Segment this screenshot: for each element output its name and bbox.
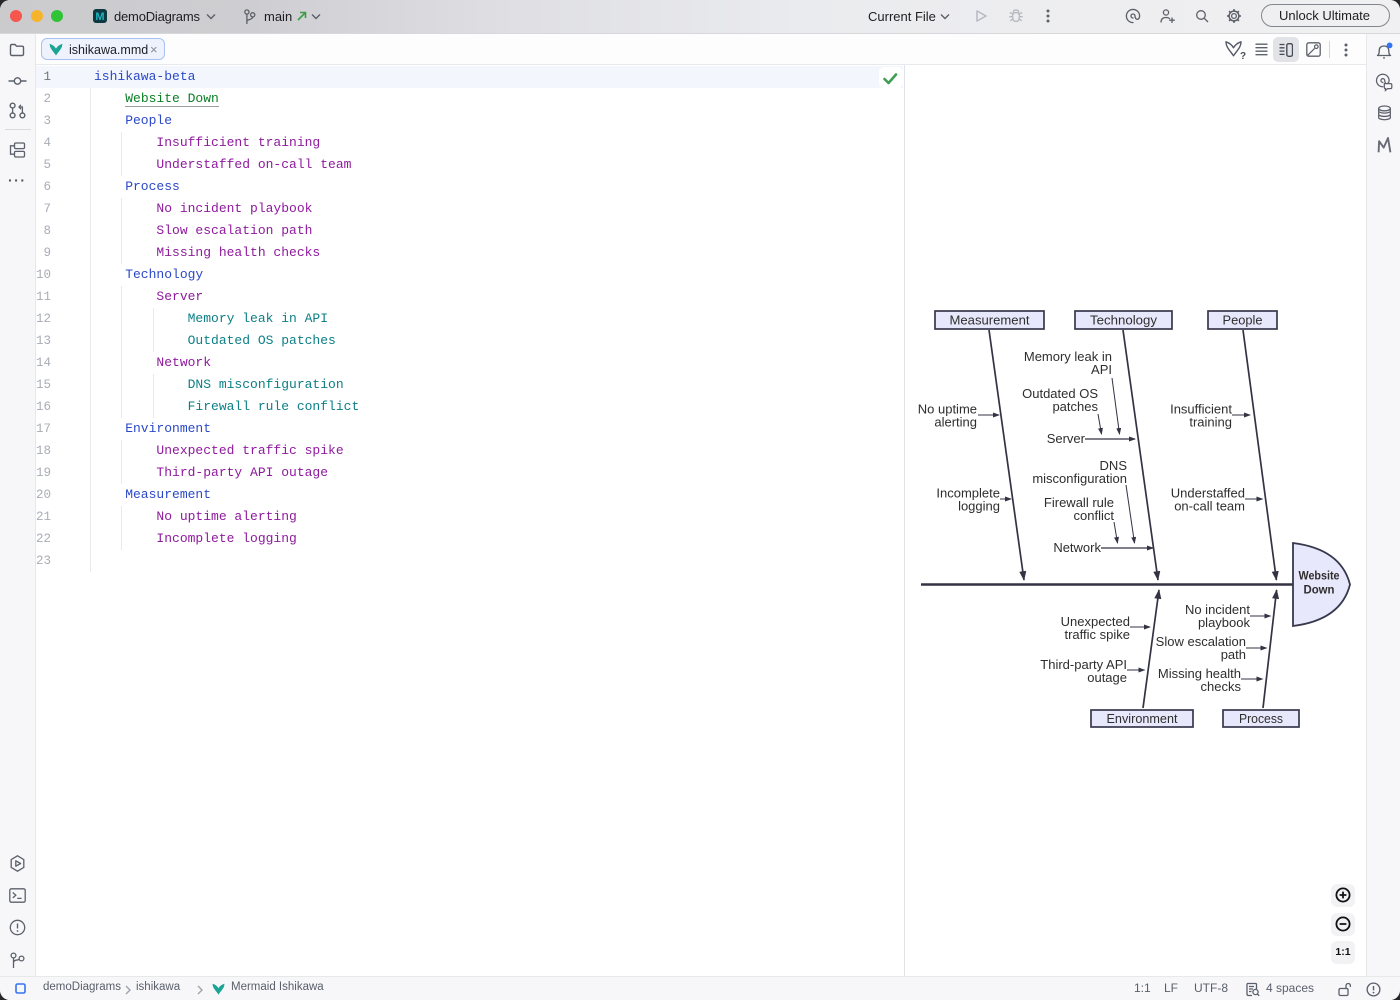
svg-text:alerting: alerting bbox=[934, 415, 977, 430]
svg-text:Environment: Environment bbox=[1107, 711, 1178, 726]
svg-text:checks: checks bbox=[1201, 679, 1242, 694]
svg-text:Measurement: Measurement bbox=[950, 313, 1030, 328]
svg-text:Server: Server bbox=[1047, 431, 1086, 446]
svg-text:Network: Network bbox=[1053, 540, 1101, 555]
svg-text:training: training bbox=[1189, 415, 1232, 430]
svg-text:traffic spike: traffic spike bbox=[1064, 627, 1130, 642]
svg-text:Process: Process bbox=[1239, 711, 1283, 726]
svg-text:M: M bbox=[95, 11, 104, 23]
svg-text:Website: Website bbox=[1299, 569, 1340, 583]
svg-text:Technology: Technology bbox=[1090, 313, 1157, 328]
svg-text:misconfiguration: misconfiguration bbox=[1032, 471, 1127, 486]
svg-text:conflict: conflict bbox=[1074, 508, 1115, 523]
svg-text:outage: outage bbox=[1087, 670, 1127, 685]
svg-text:patches: patches bbox=[1052, 399, 1098, 414]
svg-text:path: path bbox=[1221, 647, 1246, 662]
svg-text:?: ? bbox=[1240, 51, 1246, 60]
svg-text:playbook: playbook bbox=[1198, 615, 1251, 630]
svg-text:on-call team: on-call team bbox=[1174, 499, 1245, 514]
svg-text:logging: logging bbox=[958, 499, 1000, 514]
svg-text:People: People bbox=[1223, 313, 1263, 328]
svg-text:Down: Down bbox=[1304, 583, 1335, 597]
svg-text:API: API bbox=[1091, 362, 1112, 377]
